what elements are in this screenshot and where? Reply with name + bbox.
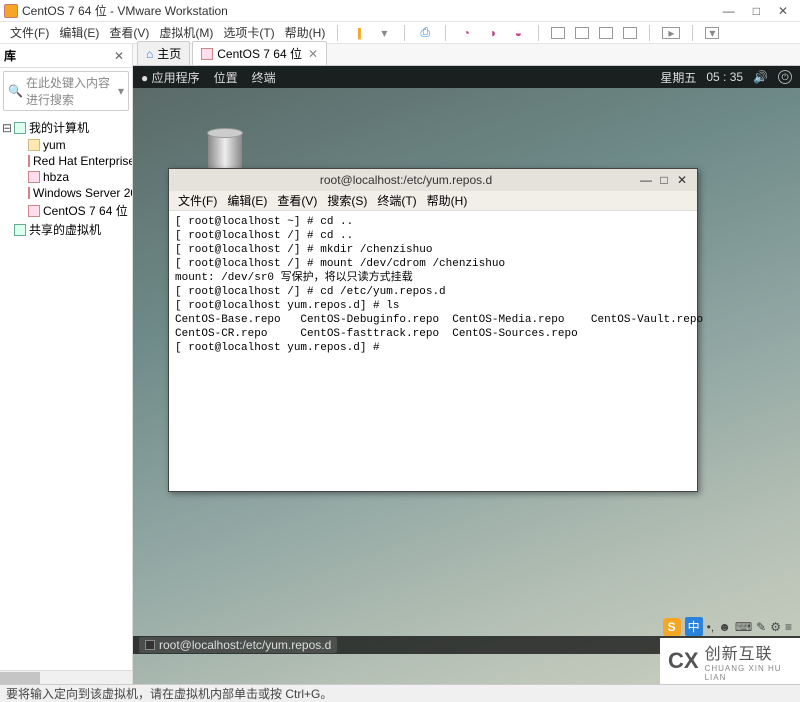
tab-home[interactable]: ⌂主页 [137,41,190,65]
menubar: 文件(F) 编辑(E) 查看(V) 虚拟机(M) 选项卡(T) 帮助(H) ||… [0,22,800,44]
folder-icon [28,139,40,151]
manage-icon[interactable]: ◒ [510,25,526,41]
term-menu-edit[interactable]: 编辑(E) [224,192,270,209]
library-title: 库 [4,47,110,64]
maximize-button[interactable]: □ [753,4,760,18]
gnome-time: 05 : 35 [706,70,743,84]
vm-icon [28,155,30,167]
terminal-title: root@localhost:/etc/yum.repos.d [175,173,637,187]
tree-shared[interactable]: 共享的虚拟机 [2,220,130,239]
terminal-maximize[interactable]: □ [655,173,673,187]
vm-desktop[interactable]: root@localhost:/etc/yum.repos.d — □ ✕ 文件… [133,88,800,684]
layout3-icon[interactable] [599,27,613,39]
logo-subtext: CHUANG XIN HU LIAN [705,664,792,682]
tab-centos[interactable]: CentOS 7 64 位✕ [192,41,327,65]
close-button[interactable]: ✕ [778,4,788,18]
gnome-topbar: ● 应用程序 位置 终端 星期五 05 : 35 🔊 ⏻ [133,66,800,88]
trash-icon[interactable] [208,128,242,172]
ime-menu-icon[interactable]: ≡ [785,620,792,634]
pause-icon[interactable]: || [350,25,366,41]
statusbar: 要将输入定向到该虚拟机，请在虚拟机内部单击或按 Ctrl+G。 [0,684,800,702]
tree-root[interactable]: ⊟我的计算机 [2,118,130,137]
ime-skin-icon[interactable]: ✎ [756,620,766,634]
menu-help[interactable]: 帮助(H) [281,22,330,43]
layout4-icon[interactable] [623,27,637,39]
gnome-terminal-menu[interactable]: 终端 [252,69,276,86]
vm-tree: ⊟我的计算机 yum Red Hat Enterprise Lin hbza W… [0,114,132,670]
status-text: 要将输入定向到该虚拟机，请在虚拟机内部单击或按 Ctrl+G。 [6,685,332,702]
gnome-applications[interactable]: ● 应用程序 [141,69,200,86]
search-icon: 🔍 [8,84,23,98]
revert-icon[interactable]: ◑ [484,25,500,41]
tree-item-yum[interactable]: yum [2,137,130,153]
computer-icon [14,122,26,134]
unity-icon[interactable]: ▾ [705,27,719,39]
ime-punct-icon[interactable]: •, [707,620,715,634]
sogou-icon[interactable]: S [663,618,681,636]
app-icon [4,4,18,18]
main-area: ⌂主页 CentOS 7 64 位✕ ● 应用程序 位置 终端 星期五 05 :… [133,44,800,684]
term-menu-help[interactable]: 帮助(H) [424,192,471,209]
vm-icon [28,171,40,183]
snapshot-icon[interactable]: ◔ [458,25,474,41]
vm-icon [201,48,213,60]
terminal-output[interactable]: [ root@localhost ~] # cd .. [ root@local… [169,211,697,491]
vm-icon [28,187,30,199]
watermark-logo: CX 创新互联 CHUANG XIN HU LIAN [660,638,800,684]
terminal-task-icon [145,640,155,650]
shared-icon [14,224,26,236]
cn-indicator[interactable]: 中 [685,617,703,636]
menu-view[interactable]: 查看(V) [105,22,153,43]
library-header: 库 ✕ [0,44,132,68]
search-placeholder: 在此处键入内容进行搜索 [26,74,118,108]
minimize-button[interactable]: — [723,4,735,18]
vm-icon [28,205,40,217]
window-controls: — □ ✕ [723,4,796,18]
tree-item-centos[interactable]: CentOS 7 64 位 [2,201,130,220]
gnome-places[interactable]: 位置 [214,69,238,86]
terminal-titlebar[interactable]: root@localhost:/etc/yum.repos.d — □ ✕ [169,169,697,191]
menu-vm[interactable]: 虚拟机(M) [155,22,217,43]
window-title: CentOS 7 64 位 - VMware Workstation [22,2,723,19]
terminal-close[interactable]: ✕ [673,173,691,187]
sidebar-scrollbar[interactable] [0,670,132,684]
tabstrip: ⌂主页 CentOS 7 64 位✕ [133,44,800,66]
power-icon[interactable]: ⏻ [778,70,792,84]
terminal-window: root@localhost:/etc/yum.repos.d — □ ✕ 文件… [168,168,698,492]
taskbar-terminal[interactable]: root@localhost:/etc/yum.repos.d [139,637,337,653]
logo-text: 创新互联 [705,640,792,664]
term-menu-search[interactable]: 搜索(S) [324,192,370,209]
sidebar: 库 ✕ 🔍 在此处键入内容进行搜索 ▾ ⊟我的计算机 yum Red Hat E… [0,44,133,684]
layout1-icon[interactable] [551,27,565,39]
terminal-menubar: 文件(F) 编辑(E) 查看(V) 搜索(S) 终端(T) 帮助(H) [169,191,697,211]
tree-item-hbza[interactable]: hbza [2,169,130,185]
search-dropdown-icon[interactable]: ▾ [118,84,124,98]
send-icon[interactable]: ⎙ [417,25,433,41]
term-menu-view[interactable]: 查看(V) [274,192,320,209]
terminal-minimize[interactable]: — [637,173,655,187]
layout2-icon[interactable] [575,27,589,39]
gnome-day: 星期五 [660,69,696,86]
ime-settings-icon[interactable]: ⚙ [770,620,781,634]
menu-file[interactable]: 文件(F) [6,22,53,43]
ime-keyboard-icon[interactable]: ⌨ [735,620,752,634]
tree-item-winserver[interactable]: Windows Server 2008 [2,185,130,201]
fullscreen-icon[interactable]: ▸ [662,27,680,39]
tab-close-icon[interactable]: ✕ [308,47,318,61]
logo-mark: CX [668,648,699,674]
search-input[interactable]: 🔍 在此处键入内容进行搜索 ▾ [3,71,129,111]
term-menu-terminal[interactable]: 终端(T) [374,192,419,209]
term-menu-file[interactable]: 文件(F) [175,192,220,209]
library-close-icon[interactable]: ✕ [110,49,128,63]
window-titlebar: CentOS 7 64 位 - VMware Workstation — □ ✕ [0,0,800,22]
volume-icon[interactable]: 🔊 [753,70,768,84]
home-icon: ⌂ [146,47,153,61]
input-method-bar[interactable]: S 中 •, ☻ ⌨ ✎ ⚙ ≡ [663,617,792,636]
menu-tabs[interactable]: 选项卡(T) [219,22,278,43]
ime-face-icon[interactable]: ☻ [718,620,731,634]
dropdown-icon[interactable]: ▾ [376,25,392,41]
menu-edit[interactable]: 编辑(E) [55,22,103,43]
tree-item-rhel[interactable]: Red Hat Enterprise Lin [2,153,130,169]
